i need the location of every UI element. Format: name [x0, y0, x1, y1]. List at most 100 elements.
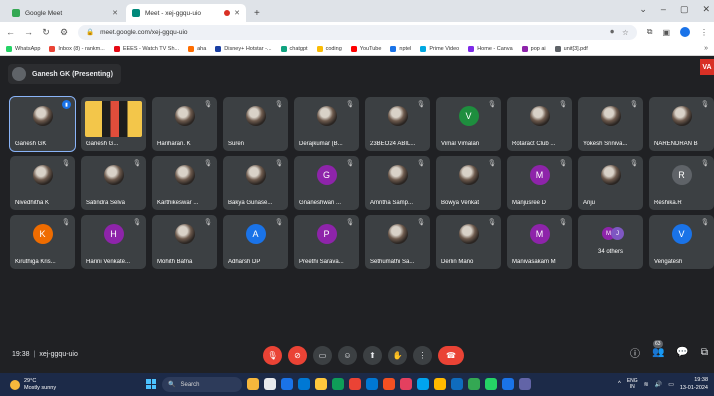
bookmark-item[interactable]: Home - Canva: [468, 45, 513, 52]
leave-call-button[interactable]: ☎: [438, 346, 464, 365]
extensions-icon[interactable]: ⧉: [647, 27, 653, 37]
bookmark-item[interactable]: aha: [188, 45, 206, 52]
bookmark-item[interactable]: unit[3].pdf: [554, 45, 588, 52]
participant-tile[interactable]: 🎙 Satindra Selva: [81, 156, 146, 210]
presenting-chip[interactable]: Ganesh GK (Presenting): [8, 64, 121, 84]
language-indicator[interactable]: ENG IN: [627, 378, 638, 390]
taskbar-app-icon[interactable]: [519, 378, 531, 390]
emoji-reactions-button[interactable]: ☺: [338, 346, 357, 365]
people-button[interactable]: 👥 63: [652, 340, 664, 358]
taskbar-app-icon[interactable]: [264, 378, 276, 390]
participant-tile[interactable]: A 🎙 Adharsh DP: [223, 215, 288, 269]
tab-meet-call[interactable]: Meet - xej-ggqu-uio ✕: [126, 4, 246, 22]
more-bookmarks-icon[interactable]: »: [704, 45, 708, 52]
taskbar-app-icon[interactable]: [366, 378, 378, 390]
bookmark-item[interactable]: Inbox (8) - rankm...: [49, 45, 105, 52]
volume-icon[interactable]: 🔊: [655, 381, 662, 388]
raise-hand-button[interactable]: ✋: [388, 346, 407, 365]
taskbar-app-icon[interactable]: [332, 378, 344, 390]
bookmark-item[interactable]: EEES - Watch TV Sh...: [113, 45, 179, 52]
close-tab-icon[interactable]: ✕: [234, 9, 240, 17]
participant-tile[interactable]: 🎙 Karthikeswar ...: [152, 156, 217, 210]
taskbar-app-icon[interactable]: [315, 378, 327, 390]
participant-tile[interactable]: M 🎙 Manjusree D: [507, 156, 572, 210]
taskbar-app-icon[interactable]: [400, 378, 412, 390]
url-field[interactable]: 🔒 meet.google.com/xej-ggqu-uio ⏺ ☆: [78, 24, 637, 40]
taskbar-search[interactable]: 🔍 Search: [162, 377, 242, 392]
taskbar-app-icon[interactable]: [247, 378, 259, 390]
bookmark-item[interactable]: nptel: [390, 45, 411, 52]
participant-tile[interactable]: 🎙 Hariharan. K: [152, 97, 217, 151]
participant-tile[interactable]: M J 34 others: [578, 215, 643, 269]
participant-tile[interactable]: 🎙 23BEO24 ABIL...: [365, 97, 430, 151]
reload-button[interactable]: ↻: [42, 27, 50, 38]
close-window-button[interactable]: ✕: [702, 4, 710, 15]
participant-tile[interactable]: M 🎙 Manivasakam M: [507, 215, 572, 269]
participant-tile[interactable]: 🎙 Derajkumar (B...: [294, 97, 359, 151]
activities-icon[interactable]: ⧉: [701, 347, 708, 358]
weather-widget[interactable]: 29°C Mostly sunny: [10, 378, 56, 392]
wifi-icon[interactable]: ≋: [644, 381, 649, 388]
taskbar-app-icon[interactable]: [502, 378, 514, 390]
bookmark-item[interactable]: WhatsApp: [6, 45, 40, 52]
participant-tile[interactable]: V 🎙 Vengatesh: [649, 215, 714, 269]
participant-tile[interactable]: ▮ Ganesh GK: [9, 96, 76, 152]
present-screen-button[interactable]: ⬆: [363, 346, 382, 365]
taskbar-app-icon[interactable]: [349, 378, 361, 390]
taskbar-app-icon[interactable]: [451, 378, 463, 390]
taskbar-app-icon[interactable]: [383, 378, 395, 390]
bookmark-item[interactable]: coding: [316, 45, 342, 52]
participant-tile[interactable]: 🎙 Nivedhitha K: [10, 156, 75, 210]
meeting-details-icon[interactable]: ⓘ: [630, 345, 640, 360]
tab-search-icon[interactable]: ⌄: [639, 4, 647, 15]
participant-tile[interactable]: H 🎙 Harini Venkate...: [81, 215, 146, 269]
taskbar-clock[interactable]: 19:38 13-01-2024: [680, 376, 708, 392]
taskbar-app-icon[interactable]: [417, 378, 429, 390]
participant-tile[interactable]: 🎙 NARENDRAN B: [649, 97, 714, 151]
participant-tile[interactable]: 🎙 Sethumathi Sa...: [365, 215, 430, 269]
participant-tile[interactable]: 🎙 Rotaract Club ...: [507, 97, 572, 151]
participant-tile[interactable]: 🎙 Mohith Bafna: [152, 215, 217, 269]
chat-icon[interactable]: 💬: [676, 347, 688, 358]
participant-tile[interactable]: 🎙 Anju: [578, 156, 643, 210]
taskbar-app-icon[interactable]: [298, 378, 310, 390]
taskbar-app-icon[interactable]: [468, 378, 480, 390]
back-button[interactable]: ←: [6, 27, 15, 37]
participant-tile[interactable]: 🎙 Yokesh Sriniva...: [578, 97, 643, 151]
participant-tile[interactable]: 🎙 Amritha Samp...: [365, 156, 430, 210]
participant-tile[interactable]: 🎙 Derlin Mano: [436, 215, 501, 269]
captions-button[interactable]: ▭: [313, 346, 332, 365]
participant-tile[interactable]: K 🎙 Kiruthiga Kris...: [10, 215, 75, 269]
maximize-button[interactable]: ▢: [680, 4, 689, 15]
mic-off-button[interactable]: 🎙: [263, 346, 282, 365]
tray-chevron-icon[interactable]: ^: [618, 381, 621, 387]
camera-off-button[interactable]: ⊘: [288, 346, 307, 365]
participant-tile[interactable]: R 🎙 Reshika.R: [649, 156, 714, 210]
profile-avatar[interactable]: [680, 27, 690, 37]
battery-icon[interactable]: ▭: [668, 381, 674, 388]
bookmark-item[interactable]: Prime Video: [420, 45, 459, 52]
camera-in-use-icon[interactable]: ⏺: [610, 27, 614, 37]
tab-google-meet[interactable]: Google Meet ✕: [6, 4, 124, 22]
bookmark-item[interactable]: chatgpt: [280, 45, 308, 52]
taskbar-app-icon[interactable]: [281, 378, 293, 390]
taskbar-app-icon[interactable]: [434, 378, 446, 390]
taskbar-app-icon[interactable]: [485, 378, 497, 390]
bookmark-item[interactable]: Disney+ Hotstar -...: [215, 45, 272, 52]
participant-tile[interactable]: V 🎙 Vimal Vimalan: [436, 97, 501, 151]
site-info-icon[interactable]: ⚙: [60, 27, 68, 38]
participant-tile[interactable]: 🎙 Bowya Venkat: [436, 156, 501, 210]
menu-icon[interactable]: ⋮: [700, 28, 708, 37]
participant-tile[interactable]: 🎙 Suren: [223, 97, 288, 151]
participant-tile[interactable]: G 🎙 Gnaneshwari ...: [294, 156, 359, 210]
participant-tile[interactable]: Ganesh G...: [81, 97, 146, 151]
close-tab-icon[interactable]: ✕: [112, 9, 118, 17]
bookmark-item[interactable]: YouTube: [350, 45, 381, 52]
forward-button[interactable]: →: [24, 27, 33, 37]
participant-tile[interactable]: P 🎙 Preethi Sarava...: [294, 215, 359, 269]
minimize-button[interactable]: –: [661, 4, 666, 15]
more-options-button[interactable]: ⋮: [413, 346, 432, 365]
participant-tile[interactable]: 🎙 Bakya Gunase...: [223, 156, 288, 210]
sidepanel-icon[interactable]: ▣: [662, 28, 670, 37]
new-tab-button[interactable]: +: [248, 8, 266, 22]
